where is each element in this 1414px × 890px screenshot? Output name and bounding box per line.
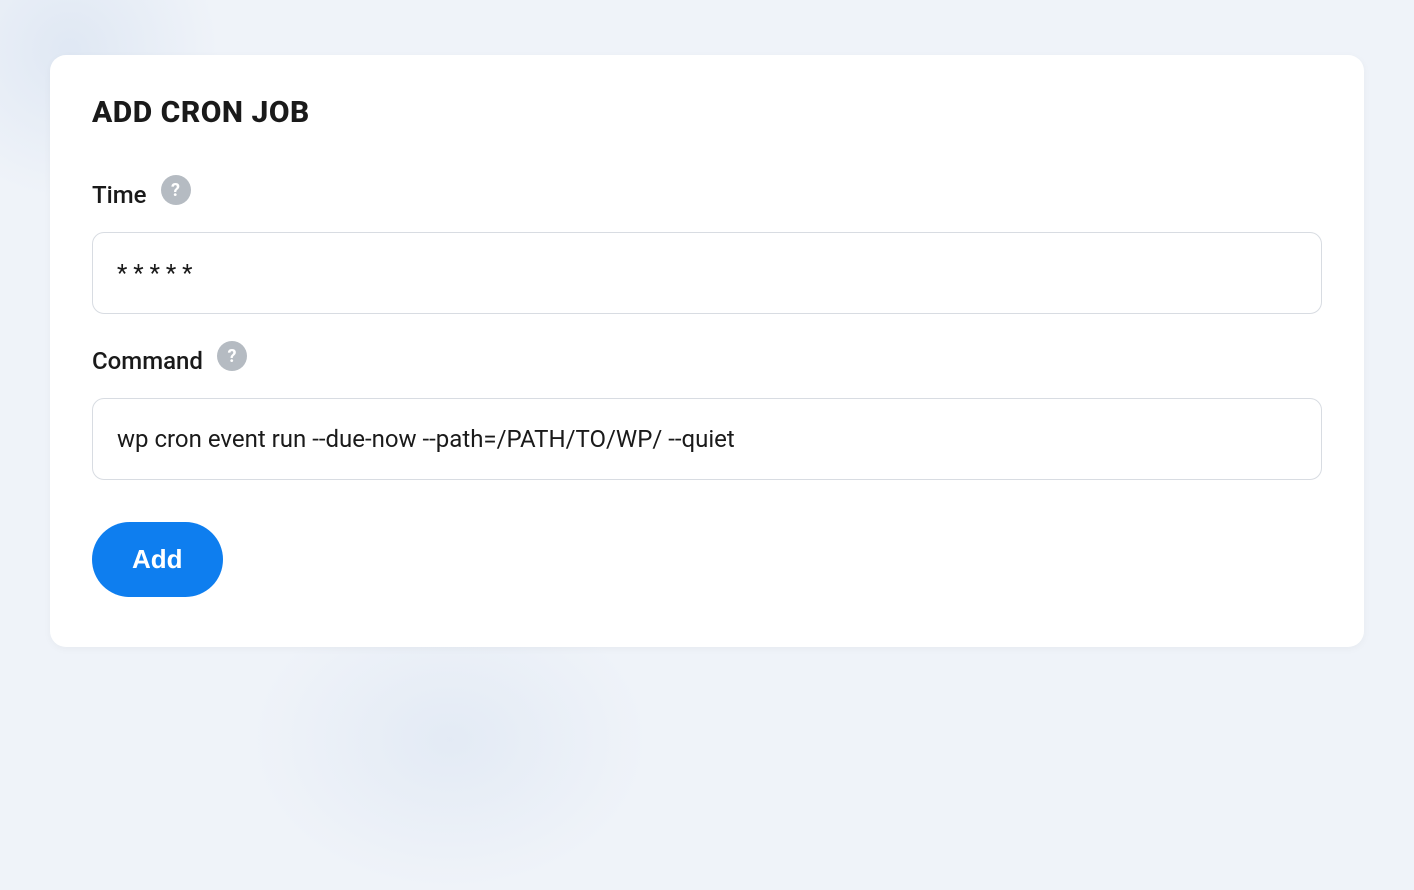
time-label: Time (92, 181, 147, 209)
card-title: ADD CRON JOB (92, 95, 1322, 130)
add-cron-job-card: ADD CRON JOB Time ? Command ? Add (50, 55, 1364, 647)
time-input[interactable] (92, 232, 1322, 314)
command-form-group: Command ? (92, 346, 1322, 480)
add-button[interactable]: Add (92, 522, 223, 597)
command-input[interactable] (92, 398, 1322, 480)
command-label-row: Command ? (92, 346, 1322, 376)
time-label-row: Time ? (92, 180, 1322, 210)
command-label: Command (92, 347, 203, 375)
time-form-group: Time ? (92, 180, 1322, 314)
time-help-icon[interactable]: ? (161, 175, 191, 205)
command-help-icon[interactable]: ? (217, 341, 247, 371)
